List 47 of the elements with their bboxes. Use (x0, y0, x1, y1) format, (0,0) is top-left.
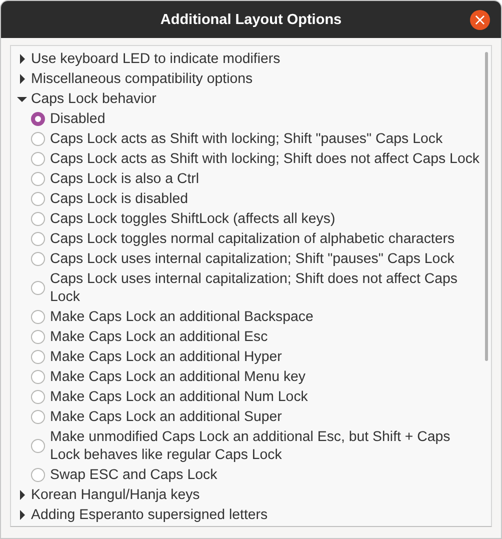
radio-button[interactable] (31, 390, 45, 404)
radio-button[interactable] (31, 152, 45, 166)
group-label[interactable]: Korean Hangul/Hanja keys (31, 486, 200, 504)
radio-button[interactable] (31, 172, 45, 186)
collapse-arrow-icon[interactable] (17, 96, 27, 102)
close-button[interactable]: × (470, 10, 490, 30)
radio-button[interactable] (31, 410, 45, 424)
radio-button[interactable] (31, 252, 45, 266)
radio-button[interactable] (31, 350, 45, 364)
expand-arrow-icon[interactable] (20, 490, 25, 500)
expand-arrow-icon[interactable] (20, 54, 25, 64)
expand-arrow-icon[interactable] (20, 510, 25, 520)
option-label[interactable]: Make Caps Lock an additional Num Lock (50, 388, 482, 406)
radio-button[interactable] (31, 468, 45, 482)
option-label[interactable]: Swap ESC and Caps Lock (50, 466, 482, 484)
radio-button[interactable] (31, 232, 45, 246)
option-label[interactable]: Make Caps Lock an additional Backspace (50, 308, 482, 326)
option-label[interactable]: Caps Lock is disabled (50, 190, 482, 208)
option-label[interactable]: Caps Lock acts as Shift with locking; Shift does not affect Caps Lock (50, 150, 482, 168)
option-label[interactable]: Make Caps Lock an additional Hyper (50, 348, 482, 366)
radio-button[interactable] (31, 132, 45, 146)
scrollbar[interactable] (485, 52, 488, 361)
option-label[interactable]: Make Caps Lock an additional Super (50, 408, 482, 426)
option-label[interactable]: Caps Lock acts as Shift with locking; Shift "pauses" Caps Lock (50, 130, 482, 148)
option-label[interactable]: Make Caps Lock an additional Esc (50, 328, 482, 346)
group-label[interactable]: Use keyboard LED to indicate modifiers (31, 50, 280, 68)
radio-button[interactable] (31, 330, 45, 344)
radio-button[interactable] (31, 370, 45, 384)
option-label[interactable]: Caps Lock toggles normal capitalization of alphabetic characters (50, 230, 482, 248)
radio-button[interactable] (31, 112, 45, 126)
option-label[interactable]: Caps Lock is also a Ctrl (50, 170, 482, 188)
radio-button[interactable] (31, 439, 45, 453)
option-label[interactable]: Make Caps Lock an additional Menu key (50, 368, 482, 386)
group-label[interactable]: Miscellaneous compatibility options (31, 70, 253, 88)
radio-button[interactable] (31, 192, 45, 206)
radio-button[interactable] (31, 212, 45, 226)
group-label[interactable]: Caps Lock behavior (31, 90, 156, 108)
option-label[interactable]: Caps Lock uses internal capitalization; Shift "pauses" Caps Lock (50, 250, 482, 268)
option-label[interactable]: Caps Lock uses internal capitalization; Shift does not affect Caps Lock (50, 270, 482, 306)
radio-button[interactable] (31, 310, 45, 324)
group-label[interactable]: Adding Esperanto supersigned letters (31, 506, 268, 524)
radio-button[interactable] (31, 281, 45, 295)
option-label[interactable]: Caps Lock toggles ShiftLock (affects all keys) (50, 210, 482, 228)
expand-arrow-icon[interactable] (20, 74, 25, 84)
window-title: Additional Layout Options (160, 12, 342, 28)
option-label[interactable]: Make unmodified Caps Lock an additional Esc, but Shift + Caps Lock behaves like regular Caps Lock (50, 428, 482, 464)
option-label[interactable]: Disabled (50, 110, 482, 128)
